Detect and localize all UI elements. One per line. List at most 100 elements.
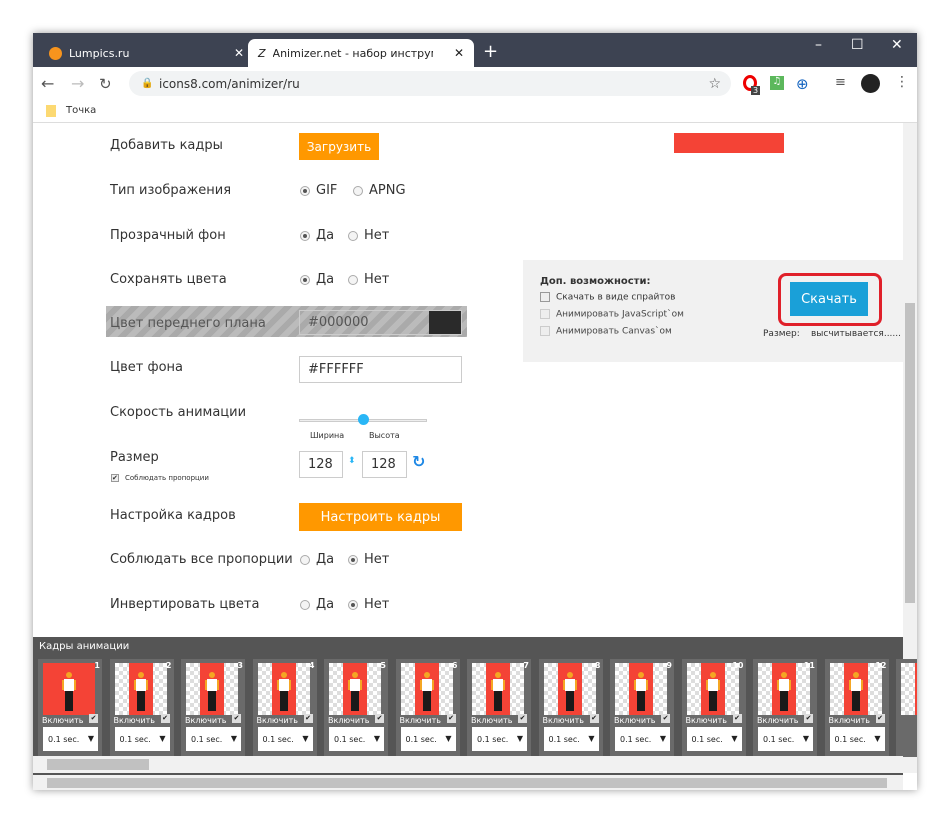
radio-invert-no[interactable]: Нет xyxy=(348,597,389,612)
refresh-icon[interactable]: ↻ xyxy=(412,452,425,471)
frame-card[interactable]: 12 Включить ✔ 0.1 sec. ▼ xyxy=(824,659,889,757)
enable-checkbox[interactable]: ✔ xyxy=(89,714,98,723)
media-control-icon[interactable]: ≡ xyxy=(835,75,846,90)
frame-card[interactable]: 6 Включить ✔ 0.1 sec. ▼ xyxy=(395,659,460,757)
frame-card[interactable]: 5 Включить ✔ 0.1 sec. ▼ xyxy=(324,659,388,757)
dropdown-arrow-icon: ▼ xyxy=(445,734,452,743)
slider-thumb[interactable] xyxy=(358,414,369,425)
download-button[interactable]: Скачать xyxy=(790,282,868,316)
enable-checkbox[interactable]: ✔ xyxy=(160,714,170,723)
avatar[interactable] xyxy=(861,74,880,93)
enable-label: Включить xyxy=(256,716,298,725)
animation-frames-panel: Кадры анимации 1 Включить ✔ 0.1 sec. ▼ 2 … xyxy=(33,637,917,773)
enable-checkbox[interactable]: ✔ xyxy=(446,714,456,723)
enable-checkbox[interactable]: ✔ xyxy=(804,714,813,723)
frame-card[interactable]: 1 Включить ✔ 0.1 sec. ▼ xyxy=(38,659,102,757)
configure-frames-button[interactable]: Настроить кадры xyxy=(299,503,462,531)
close-tab-icon[interactable]: ✕ xyxy=(234,46,244,60)
width-input[interactable]: 128 xyxy=(299,451,343,478)
tab-lumpics[interactable]: Lumpics.ru ✕ xyxy=(39,39,254,67)
close-window-icon[interactable]: ✕ xyxy=(891,37,903,53)
frame-card[interactable]: 10 Включить ✔ 0.1 sec. ▼ xyxy=(681,659,746,757)
frame-duration-select[interactable]: 0.1 sec. ▼ xyxy=(615,727,670,751)
enable-checkbox[interactable]: ✔ xyxy=(232,714,241,723)
enable-checkbox[interactable]: ✔ xyxy=(589,714,599,723)
new-tab-icon[interactable]: + xyxy=(483,41,498,62)
frame-card[interactable]: 9 Включить ✔ 0.1 sec. ▼ xyxy=(610,659,674,757)
frame-setup-label: Настройка кадров xyxy=(110,508,236,523)
frame-duration-select[interactable]: 0.1 sec. ▼ xyxy=(186,727,241,751)
frame-duration-select[interactable]: 0.1 sec. ▼ xyxy=(400,727,456,751)
height-input[interactable]: 128 xyxy=(362,451,407,478)
enable-label: Включить xyxy=(399,716,441,725)
address-bar[interactable]: 🔒 icons8.com/animizer/ru ☆ xyxy=(129,71,731,96)
globe-extension-icon[interactable]: ⊕ xyxy=(796,75,809,93)
frame-card[interactable]: 11 Включить ✔ 0.1 sec. ▼ xyxy=(753,659,817,757)
menu-icon[interactable]: ⋮ xyxy=(895,74,909,90)
frame-thumbnail xyxy=(186,663,238,715)
frame-card[interactable]: 3 Включить ✔ 0.1 sec. ▼ xyxy=(181,659,245,757)
keep-ratio-checkbox[interactable]: ✔ Соблюдать пропорции xyxy=(111,474,209,482)
option-sprites[interactable]: Скачать в виде спрайтов xyxy=(540,292,675,303)
frame-duration-select[interactable]: 0.1 sec. ▼ xyxy=(543,727,599,751)
music-extension-icon[interactable]: ♫ xyxy=(770,76,784,90)
dropdown-arrow-icon: ▼ xyxy=(373,734,380,743)
frame-duration-select[interactable]: 0.1 sec. ▼ xyxy=(472,727,527,751)
height-label: Высота xyxy=(369,431,400,440)
frame-card[interactable]: 2 Включить ✔ 0.1 sec. ▼ xyxy=(109,659,174,757)
forward-icon[interactable]: → xyxy=(71,74,84,93)
frame-duration-select[interactable]: 0.1 sec. ▼ xyxy=(43,727,98,751)
option-javascript[interactable]: Анимировать JavaScript`ом xyxy=(540,309,684,320)
frame-duration-select[interactable]: 0.1 sec. ▼ xyxy=(829,727,885,751)
frames-title: Кадры анимации xyxy=(39,641,130,652)
frame-number: 2 xyxy=(165,661,172,670)
link-arrows-icon[interactable]: ⬍ xyxy=(348,456,356,466)
radio-keep-colors-no[interactable]: Нет xyxy=(348,272,389,287)
radio-gif[interactable]: GIF xyxy=(300,183,337,198)
frame-card[interactable] xyxy=(896,659,917,757)
radio-transparent-no[interactable]: Нет xyxy=(348,228,389,243)
radio-keep-colors-yes[interactable]: Да xyxy=(300,272,334,287)
page-scrollbar-thumb[interactable] xyxy=(47,778,887,788)
reload-icon[interactable]: ↻ xyxy=(99,75,112,93)
star-icon[interactable]: ☆ xyxy=(708,76,721,92)
frame-card[interactable]: 7 Включить ✔ 0.1 sec. ▼ xyxy=(467,659,531,757)
frame-card[interactable]: 8 Включить ✔ 0.1 sec. ▼ xyxy=(538,659,603,757)
close-tab-icon[interactable]: ✕ xyxy=(454,46,464,60)
frame-card[interactable]: 4 Включить ✔ 0.1 sec. ▼ xyxy=(252,659,317,757)
upload-button[interactable]: Загрузить xyxy=(299,133,379,160)
frame-duration-select[interactable]: 0.1 sec. ▼ xyxy=(758,727,813,751)
orange-favicon-icon xyxy=(49,46,62,60)
frame-duration-select[interactable]: 0.1 sec. ▼ xyxy=(257,727,313,751)
enable-checkbox[interactable]: ✔ xyxy=(303,714,313,723)
radio-proportions-yes[interactable]: Да xyxy=(300,552,334,567)
enable-checkbox[interactable]: ✔ xyxy=(875,714,885,723)
radio-proportions-no[interactable]: Нет xyxy=(348,552,389,567)
frames-horizontal-scrollbar[interactable] xyxy=(33,756,903,773)
back-icon[interactable]: ← xyxy=(41,74,54,93)
enable-checkbox[interactable]: ✔ xyxy=(732,714,742,723)
page-horizontal-scrollbar[interactable] xyxy=(33,773,903,790)
speed-slider[interactable] xyxy=(299,414,427,425)
maximize-icon[interactable]: ☐ xyxy=(851,37,864,53)
frame-duration-select[interactable]: 0.1 sec. ▼ xyxy=(329,727,384,751)
tab-animizer[interactable]: Z Animizer.net - набор инструмен ✕ xyxy=(248,39,474,67)
folder-icon xyxy=(46,105,56,117)
minimize-icon[interactable]: – xyxy=(815,37,822,53)
radio-apng[interactable]: APNG xyxy=(353,183,406,198)
enable-checkbox[interactable]: ✔ xyxy=(518,714,527,723)
fg-color-swatch[interactable] xyxy=(429,311,461,334)
frame-duration-select[interactable]: 0.1 sec. ▼ xyxy=(686,727,742,751)
option-canvas[interactable]: Анимировать Canvas`ом xyxy=(540,326,672,337)
enable-checkbox[interactable]: ✔ xyxy=(661,714,670,723)
bg-color-input[interactable]: #FFFFFF xyxy=(299,356,462,383)
frame-duration-select[interactable]: 0.1 sec. ▼ xyxy=(114,727,170,751)
scrollbar-thumb[interactable] xyxy=(905,303,915,603)
frame-number: 9 xyxy=(666,661,672,670)
frames-scrollbar-thumb[interactable] xyxy=(47,759,149,770)
enable-checkbox[interactable]: ✔ xyxy=(375,714,384,723)
radio-transparent-yes[interactable]: Да xyxy=(300,228,334,243)
radio-invert-yes[interactable]: Да xyxy=(300,597,334,612)
enable-label: Включить xyxy=(42,716,84,725)
bookmark-tochka[interactable]: Точка xyxy=(66,105,96,116)
